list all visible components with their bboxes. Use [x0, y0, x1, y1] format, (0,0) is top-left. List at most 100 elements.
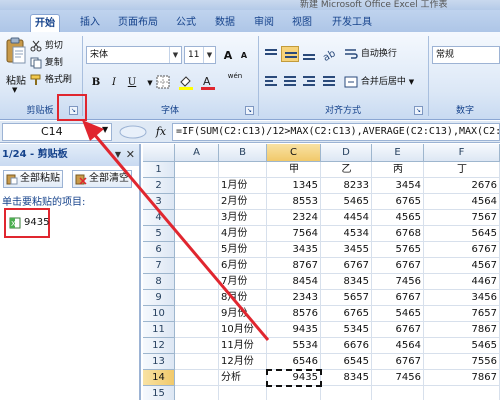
align-right-button[interactable]	[300, 74, 318, 90]
cell-b7[interactable]: 6月份	[219, 258, 267, 274]
tab-data[interactable]: 数据	[211, 14, 239, 32]
cell-e13[interactable]: 6767	[372, 354, 424, 370]
cell-d14[interactable]: 8345	[321, 370, 372, 386]
cell-c15[interactable]	[267, 386, 321, 400]
cell-d5[interactable]: 4534	[321, 226, 372, 242]
cell-c7[interactable]: 8767	[267, 258, 321, 274]
chevron-down-icon[interactable]: ▼	[115, 144, 121, 166]
cell-c13[interactable]: 6546	[267, 354, 321, 370]
cell-c12[interactable]: 5534	[267, 338, 321, 354]
row-header[interactable]: 8	[143, 274, 175, 290]
cell-f1[interactable]: 丁	[424, 162, 500, 178]
cell-f5[interactable]: 5645	[424, 226, 500, 242]
column-header-b[interactable]: B	[219, 144, 267, 162]
orientation-icon[interactable]: ab	[320, 46, 338, 62]
alignment-launcher-icon[interactable]: ↘	[414, 106, 423, 115]
cell-f14[interactable]: 7867	[424, 370, 500, 386]
font-launcher-icon[interactable]: ↘	[245, 106, 254, 115]
copy-button[interactable]: 复制	[30, 55, 63, 71]
row-header[interactable]: 7	[143, 258, 175, 274]
column-header-a[interactable]: A	[175, 144, 219, 162]
cell-f11[interactable]: 7867	[424, 322, 500, 338]
cell-d15[interactable]	[321, 386, 372, 400]
wrap-text-button[interactable]: 自动换行	[344, 46, 397, 62]
cell-b11[interactable]: 10月份	[219, 322, 267, 338]
font-name-combo[interactable]: 宋体 ▼	[86, 46, 182, 64]
cell-b10[interactable]: 9月份	[219, 306, 267, 322]
worksheet-grid[interactable]: A B C D E F 1 甲乙丙丁 2 1月份 1345 8233 3454 2676 3 2月份 8553 5…	[143, 144, 500, 400]
borders-icon[interactable]	[156, 75, 172, 89]
cell-e2[interactable]: 3454	[372, 178, 424, 194]
row-header[interactable]: 11	[143, 322, 175, 338]
cell-d8[interactable]: 8345	[321, 274, 372, 290]
cut-button[interactable]: 剪切	[30, 38, 63, 54]
cell-f8[interactable]: 4467	[424, 274, 500, 290]
cell-c5[interactable]: 7564	[267, 226, 321, 242]
cell-b4[interactable]: 3月份	[219, 210, 267, 226]
cell-b9[interactable]: 8月份	[219, 290, 267, 306]
clear-all-button[interactable]: 全部清空	[72, 170, 132, 188]
tab-view[interactable]: 视图	[288, 14, 316, 32]
cell-c10[interactable]: 8576	[267, 306, 321, 322]
cell-d7[interactable]: 6767	[321, 258, 372, 274]
row-header[interactable]: 14	[143, 370, 175, 386]
cell-b12[interactable]: 11月份	[219, 338, 267, 354]
grow-font-button[interactable]: A	[220, 47, 236, 63]
cell-f12[interactable]: 5465	[424, 338, 500, 354]
tab-formulas[interactable]: 公式	[172, 14, 200, 32]
align-bottom-button[interactable]	[300, 46, 318, 62]
cell-d10[interactable]: 6765	[321, 306, 372, 322]
cell-d12[interactable]: 6676	[321, 338, 372, 354]
column-header-d[interactable]: D	[321, 144, 372, 162]
close-icon[interactable]: ✕	[126, 144, 135, 166]
cell-c8[interactable]: 8454	[267, 274, 321, 290]
select-all-corner[interactable]	[143, 144, 175, 162]
name-box[interactable]: C14	[2, 123, 112, 141]
cell-f4[interactable]: 7567	[424, 210, 500, 226]
paste-button[interactable]: 粘贴 ▼	[4, 36, 28, 94]
row-header[interactable]: 12	[143, 338, 175, 354]
cell-e12[interactable]: 4564	[372, 338, 424, 354]
cell-e9[interactable]: 6767	[372, 290, 424, 306]
fill-color-icon[interactable]	[178, 74, 194, 90]
row-header[interactable]: 3	[143, 194, 175, 210]
column-header-c[interactable]: C	[267, 144, 321, 162]
tab-home[interactable]: 开始	[30, 14, 60, 32]
row-header[interactable]: 9	[143, 290, 175, 306]
cell-b14[interactable]: 分析	[219, 370, 267, 386]
cell-b2[interactable]: 1月份	[219, 178, 267, 194]
cell-b1[interactable]	[219, 162, 267, 178]
paste-all-button[interactable]: 全部粘贴	[3, 170, 63, 188]
cell-e5[interactable]: 6768	[372, 226, 424, 242]
align-middle-button[interactable]	[281, 46, 299, 62]
font-size-combo[interactable]: 11 ▼	[184, 46, 216, 64]
cell-f6[interactable]: 6767	[424, 242, 500, 258]
italic-button[interactable]: I	[106, 74, 122, 90]
cell-d1[interactable]: 乙	[321, 162, 372, 178]
cell-d9[interactable]: 5657	[321, 290, 372, 306]
format-painter-button[interactable]: 格式刷	[30, 72, 72, 88]
shrink-font-button[interactable]: A	[236, 47, 252, 63]
row-header[interactable]: 6	[143, 242, 175, 258]
cell-e15[interactable]	[372, 386, 424, 400]
row-header[interactable]: 1	[143, 162, 175, 178]
cell-d2[interactable]: 8233	[321, 178, 372, 194]
cell-e6[interactable]: 5765	[372, 242, 424, 258]
cell-f15[interactable]	[424, 386, 500, 400]
cell-e10[interactable]: 5465	[372, 306, 424, 322]
column-header-f[interactable]: F	[424, 144, 500, 162]
cell-b6[interactable]: 5月份	[219, 242, 267, 258]
cell-d11[interactable]: 5345	[321, 322, 372, 338]
row-header[interactable]: 15	[143, 386, 175, 400]
row-header[interactable]: 10	[143, 306, 175, 322]
align-left-button[interactable]	[262, 74, 280, 90]
cell-b5[interactable]: 4月份	[219, 226, 267, 242]
cell-e4[interactable]: 4565	[372, 210, 424, 226]
cell-f3[interactable]: 4564	[424, 194, 500, 210]
merge-center-button[interactable]: 合并后居中 ▼	[344, 74, 414, 90]
cell-e1[interactable]: 丙	[372, 162, 424, 178]
cell-b15[interactable]	[219, 386, 267, 400]
cell-f2[interactable]: 2676	[424, 178, 500, 194]
cell-f10[interactable]: 7657	[424, 306, 500, 322]
row-header[interactable]: 4	[143, 210, 175, 226]
